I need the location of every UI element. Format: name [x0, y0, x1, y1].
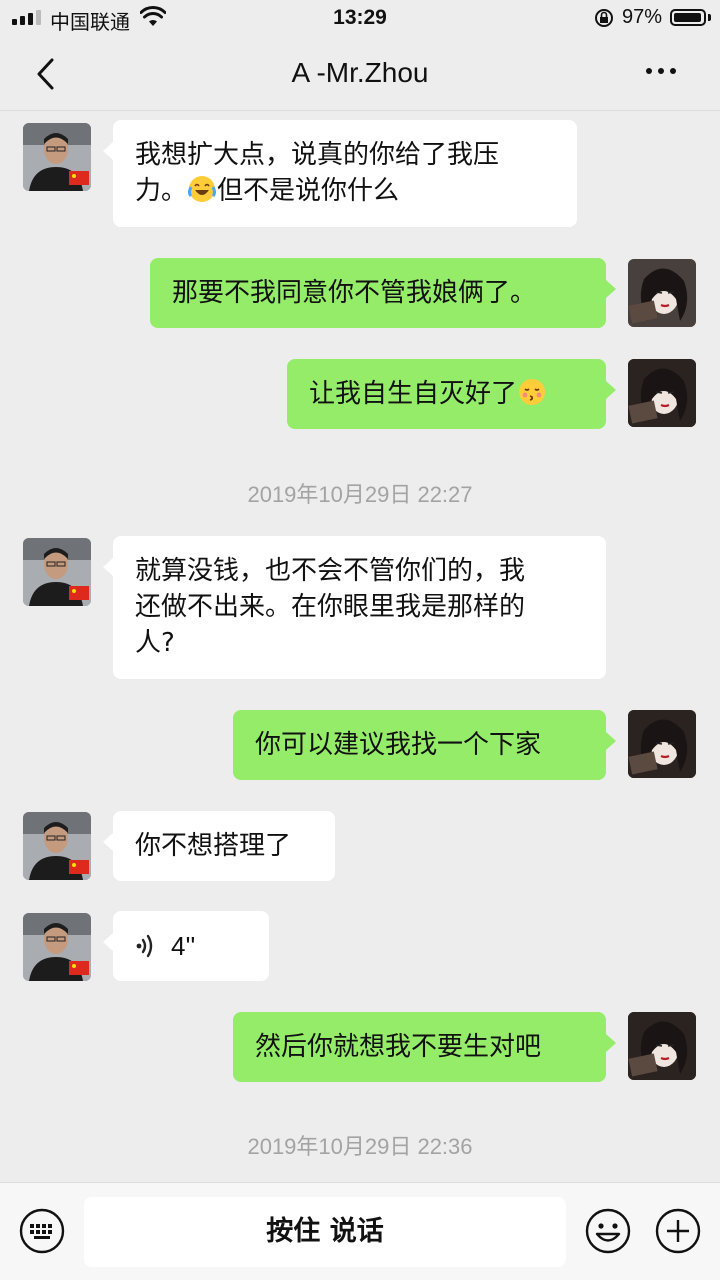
voice-message-bubble[interactable]: 4''	[103, 911, 269, 981]
message-list[interactable]: 我想扩大点，说真的你给了我压 力。 但不是说你什么 那要不我同意你不管我娘俩了。	[0, 111, 720, 1181]
self-avatar[interactable]	[628, 1012, 696, 1080]
status-bar: 中国联通 13:29 97%	[0, 0, 720, 38]
contact-avatar[interactable]	[23, 913, 91, 981]
kissing-face-emoji	[519, 379, 546, 405]
message-bubble[interactable]: 然后你就想我不要生对吧	[233, 1012, 616, 1082]
message-text: 但不是说你什么	[217, 176, 400, 206]
keyboard-icon[interactable]	[18, 1207, 66, 1255]
message-text: 就算没钱，也不会不管你们的，我	[135, 556, 526, 586]
self-avatar[interactable]	[628, 359, 696, 427]
chat-header: A -Mr.Zhou	[0, 38, 720, 110]
timestamp: 2019年10月29日 22:27	[247, 482, 473, 507]
rotation-lock-icon	[595, 9, 613, 27]
message-text: 还做不出来。在你眼里我是那样的	[135, 592, 526, 622]
laughing-crying-emoji	[188, 176, 217, 202]
message-text: 那要不我同意你不管我娘俩了。	[172, 278, 537, 308]
plus-circle-icon[interactable]	[654, 1207, 702, 1255]
emoji-face-icon[interactable]	[584, 1207, 632, 1255]
chat-title: A -Mr.Zhou	[291, 57, 429, 88]
message-text: 人?	[135, 628, 175, 658]
hold-to-talk-button[interactable]: 按住 说话	[84, 1197, 566, 1267]
message-text: 力。	[135, 176, 188, 206]
message-text: 然后你就想我不要生对吧	[255, 1032, 542, 1062]
message-text: 我想扩大点，说真的你给了我压	[135, 140, 500, 170]
voice-wave-icon	[136, 934, 153, 958]
message-bubble[interactable]: 就算没钱，也不会不管你们的，我 还做不出来。在你眼里我是那样的 人?	[103, 536, 606, 679]
message-text: 你可以建议我找一个下家	[255, 730, 542, 760]
message-bubble[interactable]: 那要不我同意你不管我娘俩了。	[150, 258, 616, 328]
self-avatar[interactable]	[628, 710, 696, 778]
contact-avatar[interactable]	[23, 538, 91, 606]
message-bubble[interactable]: 你不想搭理了	[103, 811, 335, 881]
more-dots-icon[interactable]	[646, 68, 676, 74]
voice-duration: 4''	[171, 931, 196, 961]
contact-avatar[interactable]	[23, 123, 91, 191]
contact-avatar[interactable]	[23, 812, 91, 880]
battery-icon	[670, 9, 706, 26]
message-bubble[interactable]: 让我自生自灭好了	[287, 359, 616, 429]
battery-percent: 97%	[622, 6, 663, 28]
input-bar: 按住 说话	[0, 1182, 720, 1280]
self-avatar[interactable]	[628, 259, 696, 327]
message-text: 让我自生自灭好了	[309, 379, 518, 409]
timestamp: 2019年10月29日 22:36	[247, 1134, 473, 1159]
message-text: 你不想搭理了	[135, 831, 292, 861]
message-bubble[interactable]: 你可以建议我找一个下家	[233, 710, 616, 780]
message-bubble[interactable]: 我想扩大点，说真的你给了我压 力。 但不是说你什么	[103, 120, 577, 227]
